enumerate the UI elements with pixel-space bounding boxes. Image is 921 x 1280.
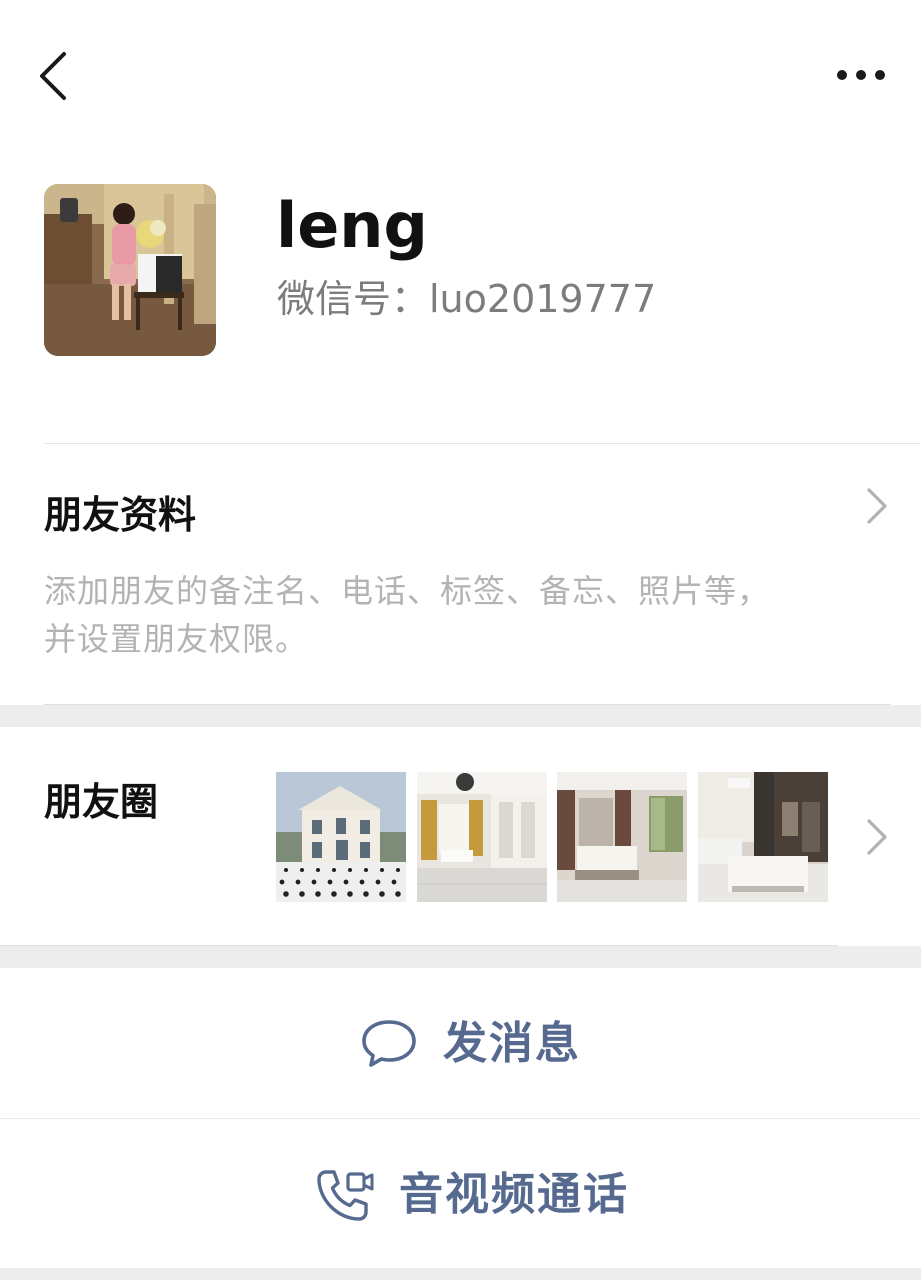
friend-info-description-line1: 添加朋友的备注名、电话、标签、备忘、照片等， xyxy=(44,572,771,610)
moments-thumbnail[interactable] xyxy=(557,772,687,902)
more-options-button[interactable] xyxy=(826,52,896,98)
moments-thumbnail[interactable] xyxy=(417,772,547,902)
chat-bubble-icon xyxy=(362,1020,416,1067)
video-call-button[interactable]: 音视频通话 xyxy=(0,1119,921,1269)
send-message-label: 发消息 xyxy=(443,1018,581,1069)
friend-info-row[interactable]: 朋友资料 添加朋友的备注名、电话、标签、备忘、照片等， 并设置朋友权限。 xyxy=(0,444,921,704)
bottom-band xyxy=(0,1268,921,1280)
video-call-icon xyxy=(317,1170,374,1221)
moments-thumbnail[interactable] xyxy=(698,772,828,902)
chevron-right-icon xyxy=(867,819,887,855)
send-message-button[interactable]: 发消息 xyxy=(0,968,921,1118)
chevron-right-icon xyxy=(867,488,887,524)
profile-header: leng 微信号：luo2019777 xyxy=(0,150,921,443)
avatar[interactable] xyxy=(44,184,216,356)
moments-title: 朋友圈 xyxy=(44,780,159,824)
nickname: leng xyxy=(276,189,428,262)
friend-info-description-line2: 并设置朋友权限。 xyxy=(44,620,309,658)
wechat-id: 微信号：luo2019777 xyxy=(277,277,657,321)
section-gap xyxy=(0,946,921,968)
moments-thumbnail[interactable] xyxy=(276,772,406,902)
video-call-label: 音视频通话 xyxy=(399,1169,629,1220)
moments-row[interactable]: 朋友圈 xyxy=(0,727,921,945)
top-nav-bar xyxy=(0,0,921,150)
friend-info-title: 朋友资料 xyxy=(44,493,197,537)
back-button[interactable] xyxy=(28,42,84,110)
chevron-left-icon xyxy=(40,52,66,100)
more-dots-icon xyxy=(837,70,885,80)
section-gap xyxy=(0,705,921,727)
